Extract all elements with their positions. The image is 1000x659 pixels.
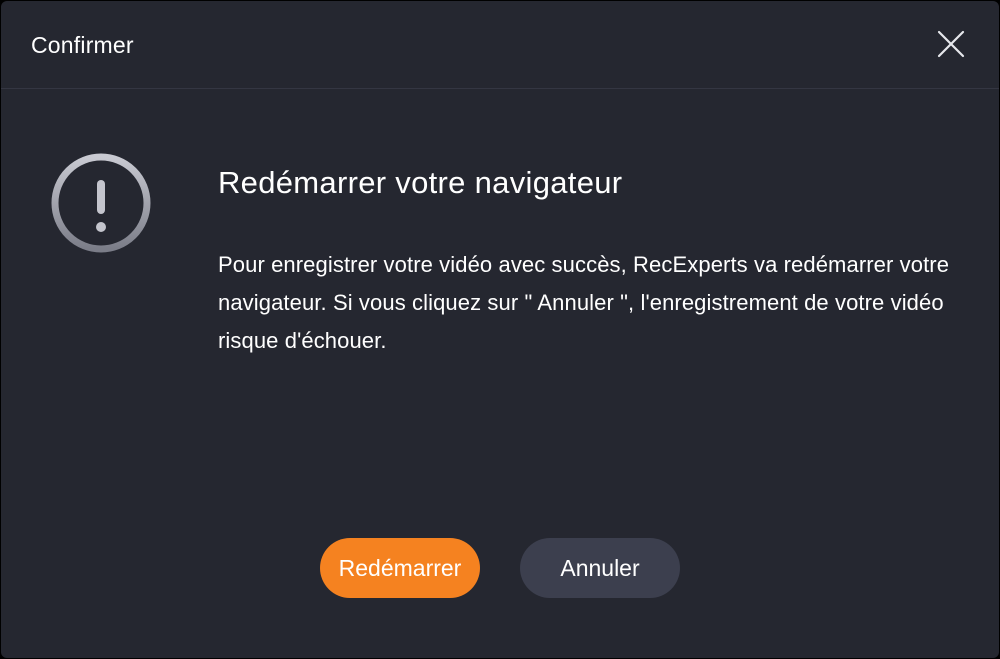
dialog-heading: Redémarrer votre navigateur bbox=[218, 165, 623, 200]
cancel-button[interactable]: Annuler bbox=[520, 538, 680, 598]
confirm-dialog: Confirmer Redémarrer votre navigateur Po… bbox=[1, 1, 999, 658]
close-icon bbox=[937, 30, 965, 58]
exclamation-circle-icon bbox=[51, 153, 151, 253]
dialog-titlebar: Confirmer bbox=[1, 1, 999, 89]
close-button[interactable] bbox=[933, 26, 969, 62]
dialog-title: Confirmer bbox=[31, 32, 134, 58]
dialog-message: Pour enregistrer votre vidéo avec succès… bbox=[218, 252, 950, 353]
restart-button[interactable]: Redémarrer bbox=[320, 538, 480, 598]
